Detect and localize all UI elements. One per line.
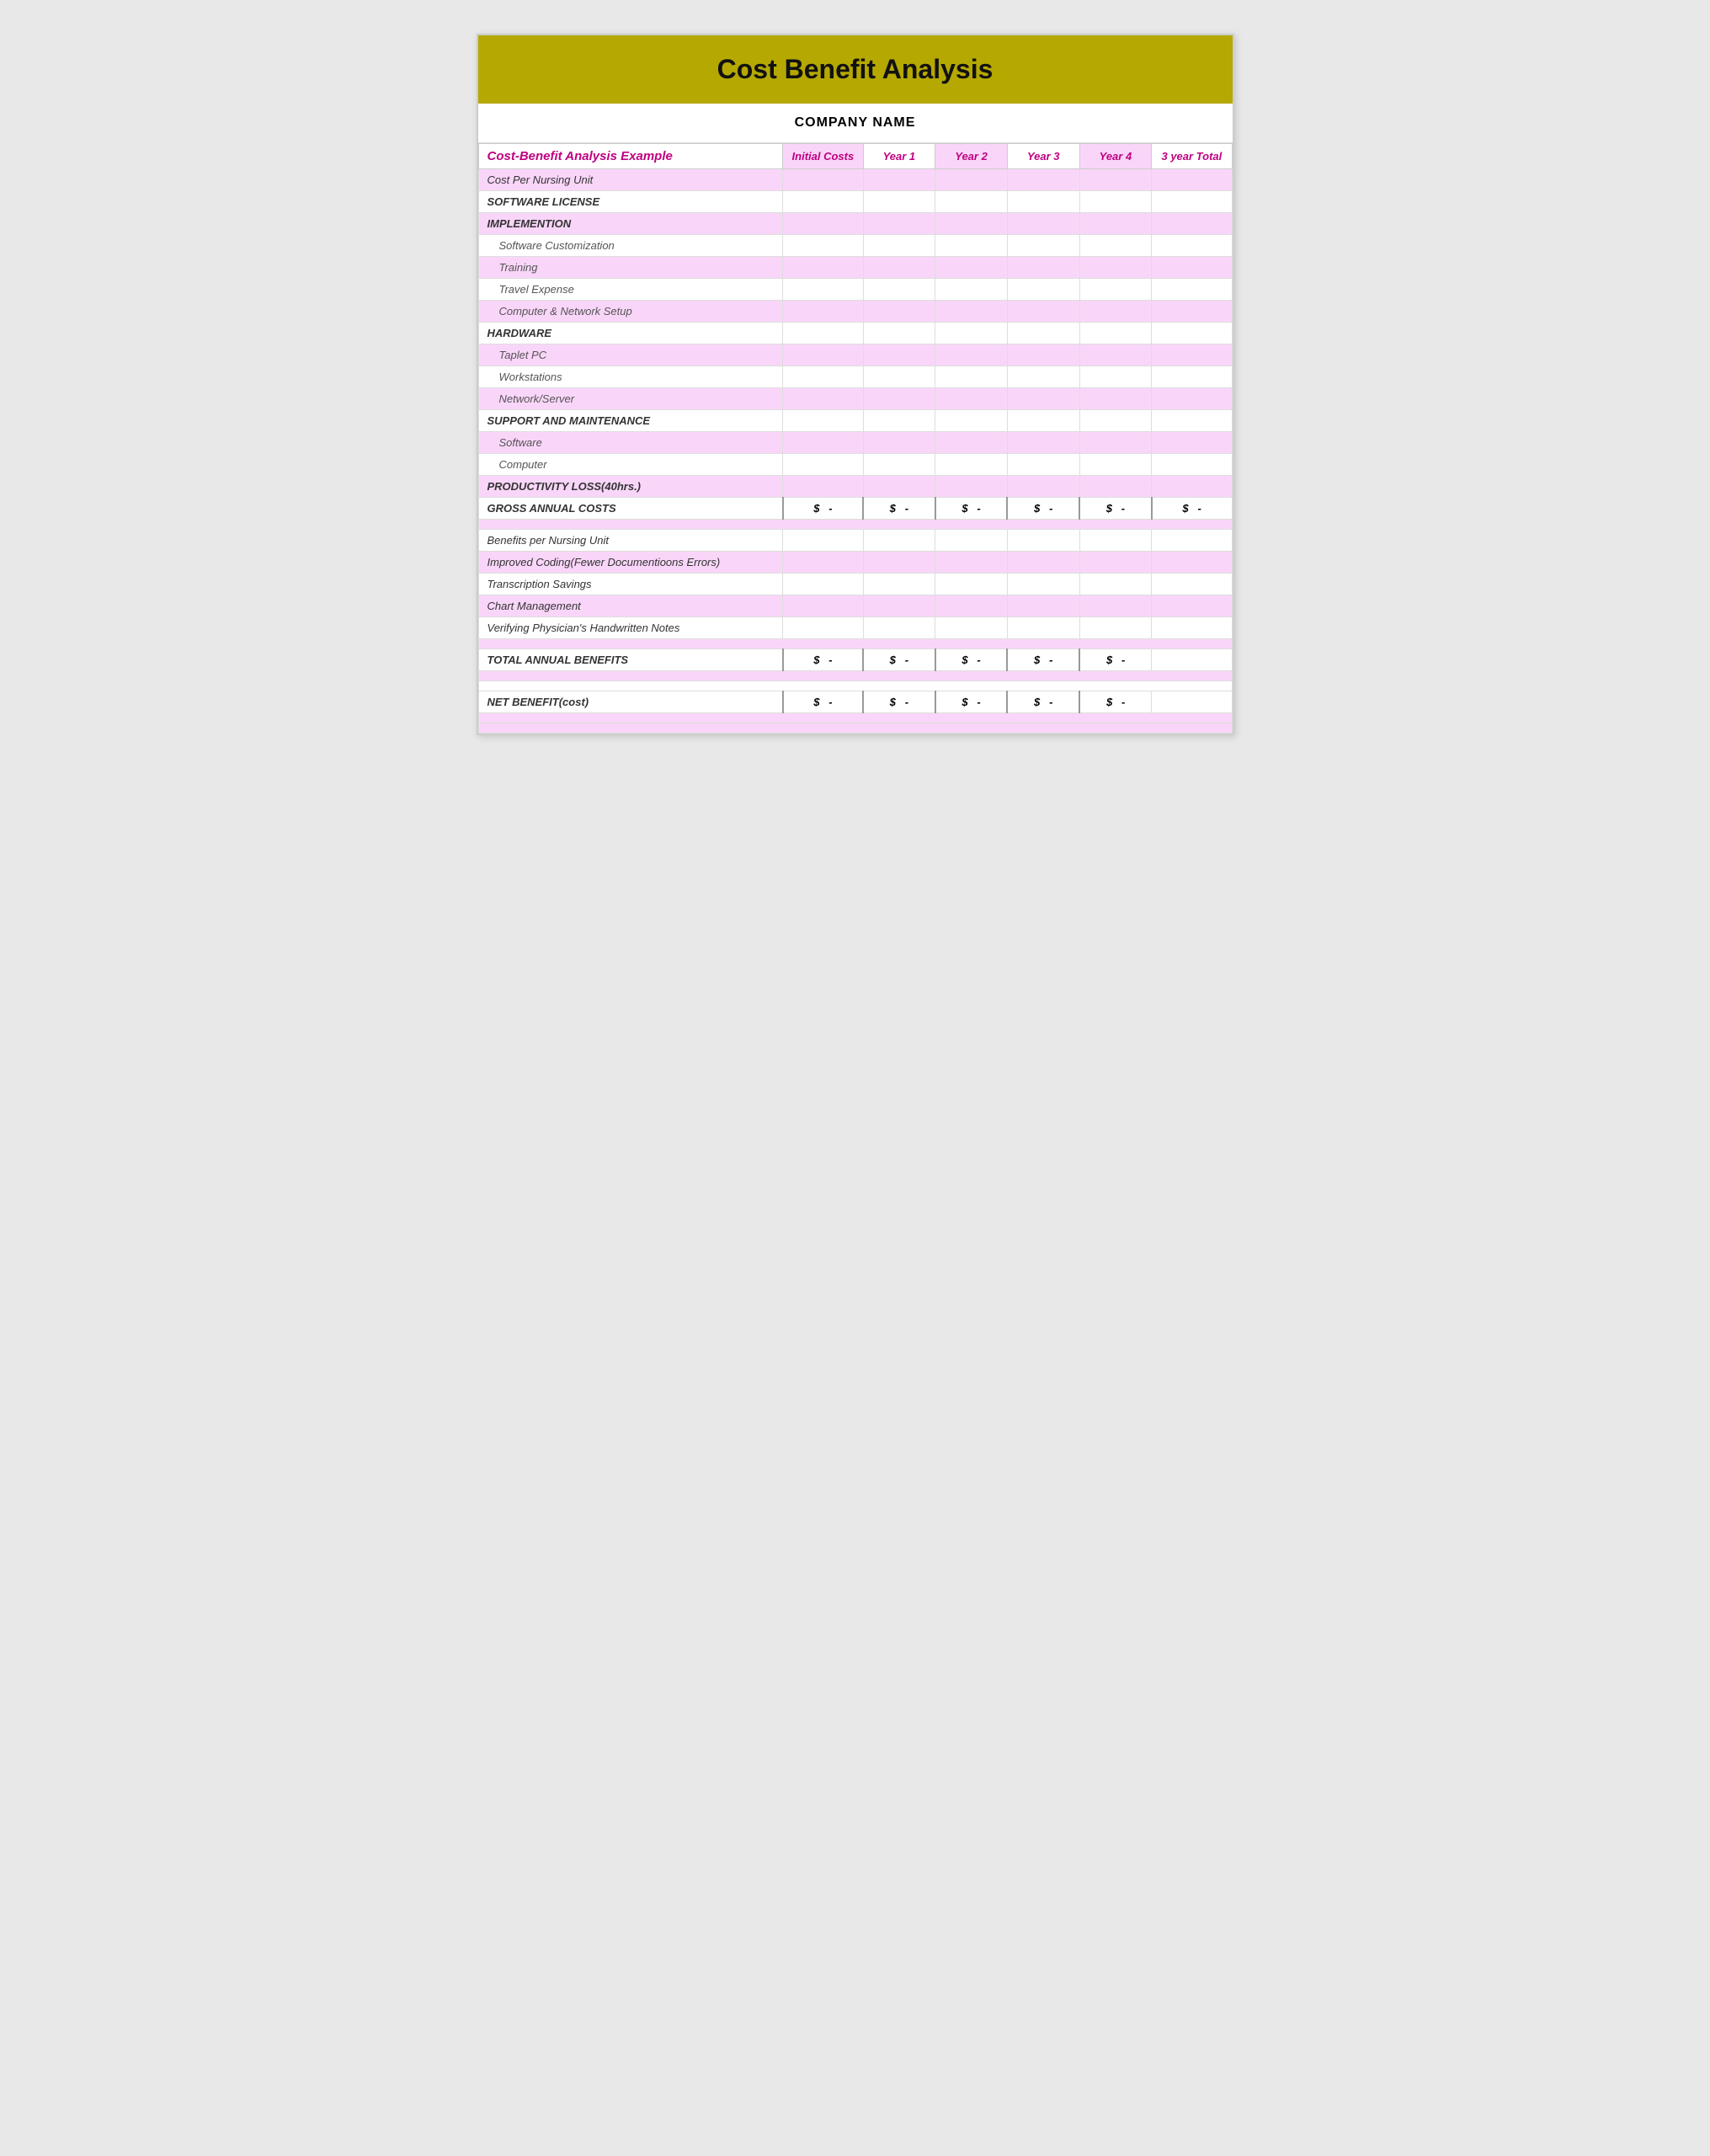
table-row: Transcription Savings (478, 574, 1232, 595)
table-row: Workstations (478, 366, 1232, 388)
row-label: SOFTWARE LICENSE (478, 191, 783, 213)
gross-initial: $ - (783, 498, 863, 520)
table-row: Cost Per Nursing Unit (478, 169, 1232, 191)
tab-year2: $ - (935, 649, 1008, 671)
col-header-label: Cost-Benefit Analysis Example (478, 144, 783, 169)
title-bar: Cost Benefit Analysis (478, 35, 1233, 104)
table-row: SOFTWARE LICENSE (478, 191, 1232, 213)
table-row: Benefits per Nursing Unit (478, 530, 1232, 552)
gross-year1: $ - (863, 498, 935, 520)
table-row: Training (478, 257, 1232, 279)
col-header-year3: Year 3 (1007, 144, 1079, 169)
table-row: Software (478, 432, 1232, 454)
row-label: SUPPORT AND MAINTENANCE (478, 410, 783, 432)
row-label: IMPLEMENTION (478, 213, 783, 235)
row-label: Network/Server (478, 388, 783, 410)
spacer-row (478, 639, 1232, 649)
row-label: Improved Coding(Fewer Documentioons Erro… (478, 552, 783, 574)
row-label: Computer & Network Setup (478, 301, 783, 323)
table-row: PRODUCTIVITY LOSS(40hrs.) (478, 476, 1232, 498)
table-row: SUPPORT AND MAINTENANCE (478, 410, 1232, 432)
table-row: HARDWARE (478, 323, 1232, 344)
row-label: Transcription Savings (478, 574, 783, 595)
row-label: Computer (478, 454, 783, 476)
table-row: Travel Expense (478, 279, 1232, 301)
company-name: COMPANY NAME (478, 104, 1233, 143)
spacer-row (478, 671, 1232, 681)
nb-year4: $ - (1079, 691, 1152, 713)
table-row: Chart Management (478, 595, 1232, 617)
tab-year1: $ - (863, 649, 935, 671)
row-label: Training (478, 257, 783, 279)
row-label: Software (478, 432, 783, 454)
table-row: Improved Coding(Fewer Documentioons Erro… (478, 552, 1232, 574)
spacer-row (478, 681, 1232, 691)
col-header-year4: Year 4 (1079, 144, 1152, 169)
table-row: IMPLEMENTION (478, 213, 1232, 235)
row-label: Benefits per Nursing Unit (478, 530, 783, 552)
table-row: Taplet PC (478, 344, 1232, 366)
spacer-row (478, 723, 1232, 734)
main-title: Cost Benefit Analysis (487, 54, 1224, 85)
tab-year3: $ - (1007, 649, 1079, 671)
row-label: NET BENEFIT(cost) (478, 691, 783, 713)
table-row: Verifying Physician's Handwritten Notes (478, 617, 1232, 639)
row-label: GROSS ANNUAL COSTS (478, 498, 783, 520)
spacer-row (478, 520, 1232, 530)
table-row: Computer (478, 454, 1232, 476)
net-benefit-row: NET BENEFIT(cost) $ - $ - $ - $ - $ - (478, 691, 1232, 713)
row-label: HARDWARE (478, 323, 783, 344)
row-label: Verifying Physician's Handwritten Notes (478, 617, 783, 639)
nb-initial: $ - (783, 691, 863, 713)
row-label: PRODUCTIVITY LOSS(40hrs.) (478, 476, 783, 498)
tab-initial: $ - (783, 649, 863, 671)
col-header-initial: Initial Costs (783, 144, 863, 169)
gross-year2: $ - (935, 498, 1008, 520)
gross-year4: $ - (1079, 498, 1152, 520)
nb-year2: $ - (935, 691, 1008, 713)
row-label: Workstations (478, 366, 783, 388)
page: Cost Benefit Analysis COMPANY NAME Cost-… (477, 34, 1234, 735)
col-header-year1: Year 1 (863, 144, 935, 169)
nb-year3: $ - (1007, 691, 1079, 713)
col-header-year2: Year 2 (935, 144, 1008, 169)
gross-annual-costs-row: GROSS ANNUAL COSTS $ - $ - $ - $ - $ - $… (478, 498, 1232, 520)
row-label: Taplet PC (478, 344, 783, 366)
table-row: Network/Server (478, 388, 1232, 410)
row-label: Travel Expense (478, 279, 783, 301)
total-annual-benefits-row: TOTAL ANNUAL BENEFITS $ - $ - $ - $ - $ … (478, 649, 1232, 671)
row-label: Chart Management (478, 595, 783, 617)
gross-total: $ - (1152, 498, 1232, 520)
table-row: Computer & Network Setup (478, 301, 1232, 323)
row-label: Cost Per Nursing Unit (478, 169, 783, 191)
tab-year4: $ - (1079, 649, 1152, 671)
spacer-row (478, 713, 1232, 723)
table-row: Software Customization (478, 235, 1232, 257)
analysis-table: Cost-Benefit Analysis Example Initial Co… (478, 143, 1233, 734)
gross-year3: $ - (1007, 498, 1079, 520)
nb-year1: $ - (863, 691, 935, 713)
row-label: Software Customization (478, 235, 783, 257)
row-label: TOTAL ANNUAL BENEFITS (478, 649, 783, 671)
col-header-total: 3 year Total (1152, 144, 1232, 169)
